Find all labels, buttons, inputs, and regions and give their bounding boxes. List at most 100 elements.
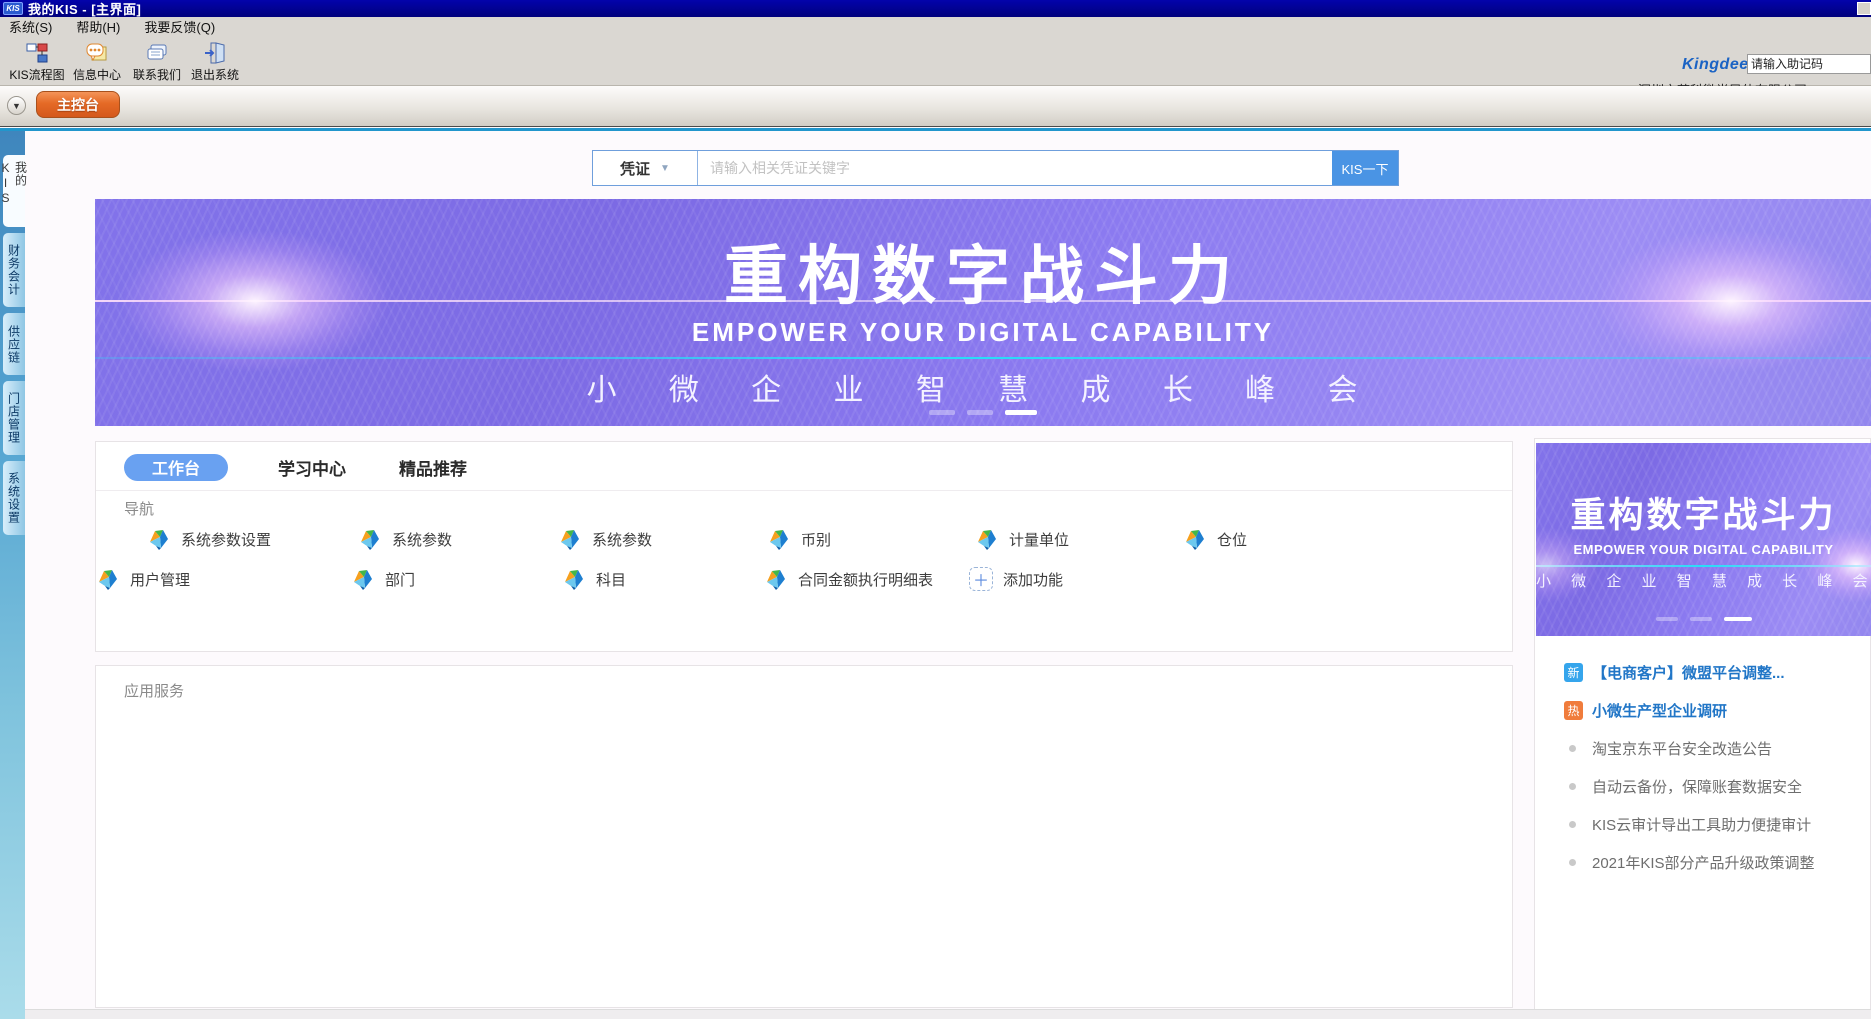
toolbar-label: 退出系统: [191, 66, 239, 83]
bullet-icon: [1569, 859, 1576, 866]
exit-door-icon: [203, 41, 227, 65]
kingdee-logo: Kingdee: [1682, 56, 1749, 74]
message-bubble-icon: [85, 41, 109, 65]
nav-item[interactable]: 计量单位: [975, 527, 1069, 551]
kis-diamond-icon: [147, 527, 171, 551]
news-badge: 新: [1564, 663, 1583, 682]
news-link[interactable]: 2021年KIS部分产品升级政策调整: [1592, 852, 1815, 873]
add-function-button[interactable]: ＋ 添加功能: [969, 567, 1063, 591]
divider: [96, 490, 1512, 491]
promo-banner-mini[interactable]: 重构数字战斗力 EMPOWER YOUR DIGITAL CAPABILITY …: [1536, 443, 1871, 636]
nav-grid-row2: ＋ 添加功能 部门: [96, 567, 1512, 593]
title-bar: KIS 我的KIS - [主界面]: [0, 0, 1871, 17]
news-item: 淘宝京东平台安全改造公告: [1564, 729, 1815, 767]
kis-diamond-icon: [767, 527, 791, 551]
bullet-icon: [1569, 745, 1576, 752]
mnemonic-input[interactable]: [1747, 54, 1871, 74]
carousel-indicators[interactable]: [1536, 617, 1871, 621]
nav-item-label: 系统参数: [592, 529, 652, 550]
sidebar-tab-system-settings[interactable]: 系统设置: [3, 461, 25, 535]
app-icon: KIS: [3, 2, 23, 15]
workspace-tabs: 工作台 学习中心 精品推荐: [96, 452, 1512, 482]
nav-item-label: 科目: [596, 569, 626, 590]
bullet-icon: [1569, 783, 1576, 790]
nav-section-label: 导航: [124, 498, 154, 519]
plus-icon: ＋: [969, 567, 993, 591]
nav-item-label: 系统参数: [392, 529, 452, 550]
news-list: 新 【电商客户】微盟平台调整... 热 小微生产型企业调研 淘宝京东平台安全改造…: [1564, 653, 1815, 881]
services-section-label: 应用服务: [124, 680, 184, 701]
chevron-down-icon: ▼: [660, 163, 670, 174]
nav-item[interactable]: 科目: [562, 567, 626, 591]
news-item: 热 小微生产型企业调研: [1564, 691, 1815, 729]
nav-item-label: 系统参数设置: [181, 529, 271, 550]
horizontal-scrollbar[interactable]: [25, 1009, 1871, 1019]
kis-diamond-icon: [562, 567, 586, 591]
nav-item[interactable]: 系统参数设置: [147, 527, 271, 551]
toolbar-label: KIS流程图: [9, 66, 64, 83]
sidebar: 我的KIS 财务会计 供应链 门店管理 系统设置: [0, 131, 25, 1019]
nav-item[interactable]: 币别: [767, 527, 831, 551]
search-button[interactable]: KIS一下: [1332, 151, 1398, 185]
tab-learning-center[interactable]: 学习中心: [278, 455, 346, 480]
nav-item-label: 计量单位: [1009, 529, 1069, 550]
carousel-indicators[interactable]: [95, 410, 1871, 415]
news-item: 自动云备份，保障账套数据安全: [1564, 767, 1815, 805]
nav-grid-row1: 系统参数设置 系统参数: [96, 527, 1512, 553]
toolbar: KIS流程图 信息中心 联系我们 退出系: [0, 36, 1871, 86]
window-title: 我的KIS - [主界面]: [28, 0, 141, 18]
kis-diamond-icon: [96, 567, 120, 591]
sidebar-tab-supply-chain[interactable]: 供应链: [3, 313, 25, 375]
search-category-dropdown[interactable]: 凭证 ▼: [593, 151, 698, 185]
chat-windows-icon: [145, 41, 169, 65]
search-category-value: 凭证: [620, 158, 650, 179]
sidebar-tab-finance[interactable]: 财务会计: [3, 233, 25, 307]
news-link[interactable]: 淘宝京东平台安全改造公告: [1592, 738, 1772, 759]
tab-workbench[interactable]: 工作台: [124, 454, 228, 481]
news-item: 新 【电商客户】微盟平台调整...: [1564, 653, 1815, 691]
flowchart-icon: [25, 41, 49, 65]
tab-recommendations[interactable]: 精品推荐: [399, 455, 467, 480]
menu-help[interactable]: 帮助(H): [76, 17, 120, 36]
nav-item-label: 币别: [801, 529, 831, 550]
chevron-down-icon[interactable]: ▼: [7, 96, 26, 115]
toolbar-label: 联系我们: [133, 66, 181, 83]
nav-item[interactable]: 系统参数: [558, 527, 652, 551]
news-link[interactable]: 小微生产型企业调研: [1592, 700, 1727, 721]
nav-item[interactable]: 部门: [351, 567, 415, 591]
nav-item[interactable]: 合同金额执行明细表: [764, 567, 933, 591]
menu-system[interactable]: 系统(S): [9, 17, 52, 36]
promo-banner[interactable]: 重构数字战斗力 EMPOWER YOUR DIGITAL CAPABILITY …: [95, 199, 1871, 426]
nav-item-label: 用户管理: [130, 569, 190, 590]
exit-system-button[interactable]: 退出系统: [178, 41, 252, 83]
banner-cyan-line: [1536, 565, 1871, 567]
nav-item[interactable]: 系统参数: [358, 527, 452, 551]
news-item: KIS云审计导出工具助力便捷审计: [1564, 805, 1815, 843]
menu-feedback[interactable]: 我要反馈(Q): [144, 17, 215, 36]
kis-diamond-icon: [358, 527, 382, 551]
sidebar-tab-store-management[interactable]: 门店管理: [3, 381, 25, 455]
banner-subtitle: EMPOWER YOUR DIGITAL CAPABILITY: [95, 317, 1871, 348]
sidebar-tab-my-kis[interactable]: 我的KIS: [3, 155, 25, 227]
tab-strip: ▼ 主控台: [0, 86, 1871, 127]
banner-cyan-line: [95, 357, 1871, 359]
add-function-label: 添加功能: [1003, 569, 1063, 590]
search-input[interactable]: [698, 151, 1332, 185]
tab-console[interactable]: 主控台: [36, 91, 120, 118]
nav-item[interactable]: 仓位: [1183, 527, 1247, 551]
banner-tagline: 小 微 企 业 智 慧 成 长 峰 会: [1536, 570, 1871, 591]
nav-item-label: 部门: [385, 569, 415, 590]
news-link[interactable]: 自动云备份，保障账套数据安全: [1592, 776, 1802, 797]
news-link[interactable]: KIS云审计导出工具助力便捷审计: [1592, 814, 1811, 835]
news-link[interactable]: 【电商客户】微盟平台调整...: [1592, 662, 1785, 683]
right-panel: 重构数字战斗力 EMPOWER YOUR DIGITAL CAPABILITY …: [1534, 438, 1871, 1012]
content-accent-line: [0, 128, 1871, 131]
bullet-icon: [1569, 821, 1576, 828]
news-badge: 热: [1564, 701, 1583, 720]
kis-diamond-icon: [558, 527, 582, 551]
window-control-button[interactable]: [1857, 2, 1871, 15]
banner-subtitle: EMPOWER YOUR DIGITAL CAPABILITY: [1536, 542, 1871, 557]
search-bar: 凭证 ▼ KIS一下: [592, 150, 1399, 186]
nav-item[interactable]: 用户管理: [96, 567, 190, 591]
banner-tagline: 小 微 企 业 智 慧 成 长 峰 会: [95, 365, 1871, 409]
